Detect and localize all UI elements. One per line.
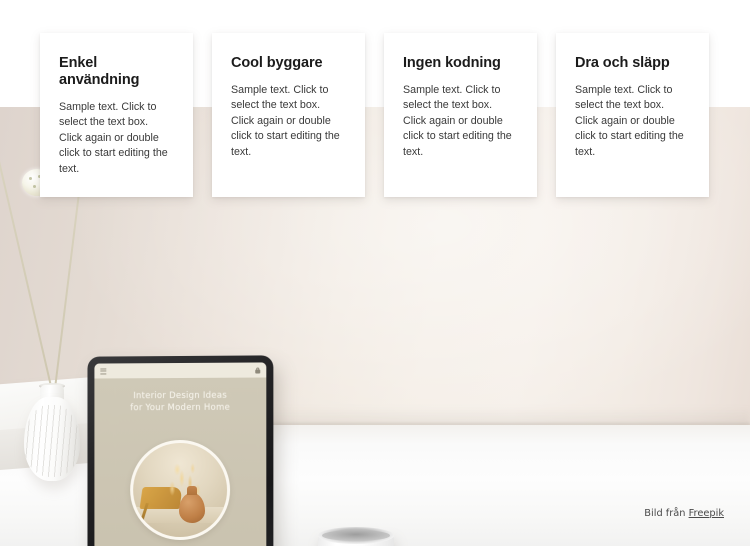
tablet-headline-line1: Interior Design Ideas: [94, 390, 266, 403]
feature-card-title: Dra och släpp: [575, 55, 690, 72]
white-mug: [318, 527, 422, 546]
tablet-hero-circle-image: [130, 440, 230, 540]
feature-card-text: Sample text. Click to select the text bo…: [231, 83, 346, 160]
circle-terracotta-vase: [179, 493, 205, 523]
feature-card-text: Sample text. Click to select the text bo…: [403, 83, 518, 160]
feature-card-title: Cool byggare: [231, 55, 346, 72]
tablet-navbar: [94, 362, 266, 378]
feature-cards-row: Enkel användning Sample text. Click to s…: [40, 33, 710, 197]
image-credit: Bild från Freepik: [644, 508, 724, 519]
page-root: Interior Design Ideas for Your Modern Ho…: [0, 0, 750, 546]
vase-ribs: [24, 405, 80, 477]
tablet-screen: Interior Design Ideas for Your Modern Ho…: [94, 362, 266, 546]
feature-card-4[interactable]: Dra och släpp Sample text. Click to sele…: [556, 33, 709, 197]
shopping-bag-icon[interactable]: [255, 367, 260, 373]
tablet-page-body: Interior Design Ideas for Your Modern Ho…: [94, 377, 266, 546]
feature-card-text: Sample text. Click to select the text bo…: [575, 83, 690, 160]
feature-card-text: Sample text. Click to select the text bo…: [59, 100, 174, 177]
freepik-link[interactable]: Freepik: [689, 508, 724, 519]
image-credit-prefix: Bild från: [644, 508, 688, 519]
feature-card-1[interactable]: Enkel användning Sample text. Click to s…: [40, 33, 193, 197]
white-ribbed-vase: [24, 397, 80, 481]
tablet-device: Interior Design Ideas for Your Modern Ho…: [87, 355, 273, 546]
feature-card-title: Enkel användning: [59, 55, 174, 89]
feature-card-title: Ingen kodning: [403, 55, 518, 72]
feature-card-3[interactable]: Ingen kodning Sample text. Click to sele…: [384, 33, 537, 197]
hamburger-menu-icon[interactable]: [100, 368, 106, 374]
tablet-headline-line2: for Your Modern Home: [94, 402, 266, 415]
tablet-headline: Interior Design Ideas for Your Modern Ho…: [94, 390, 266, 415]
feature-card-2[interactable]: Cool byggare Sample text. Click to selec…: [212, 33, 365, 197]
mug-rim: [318, 527, 394, 544]
